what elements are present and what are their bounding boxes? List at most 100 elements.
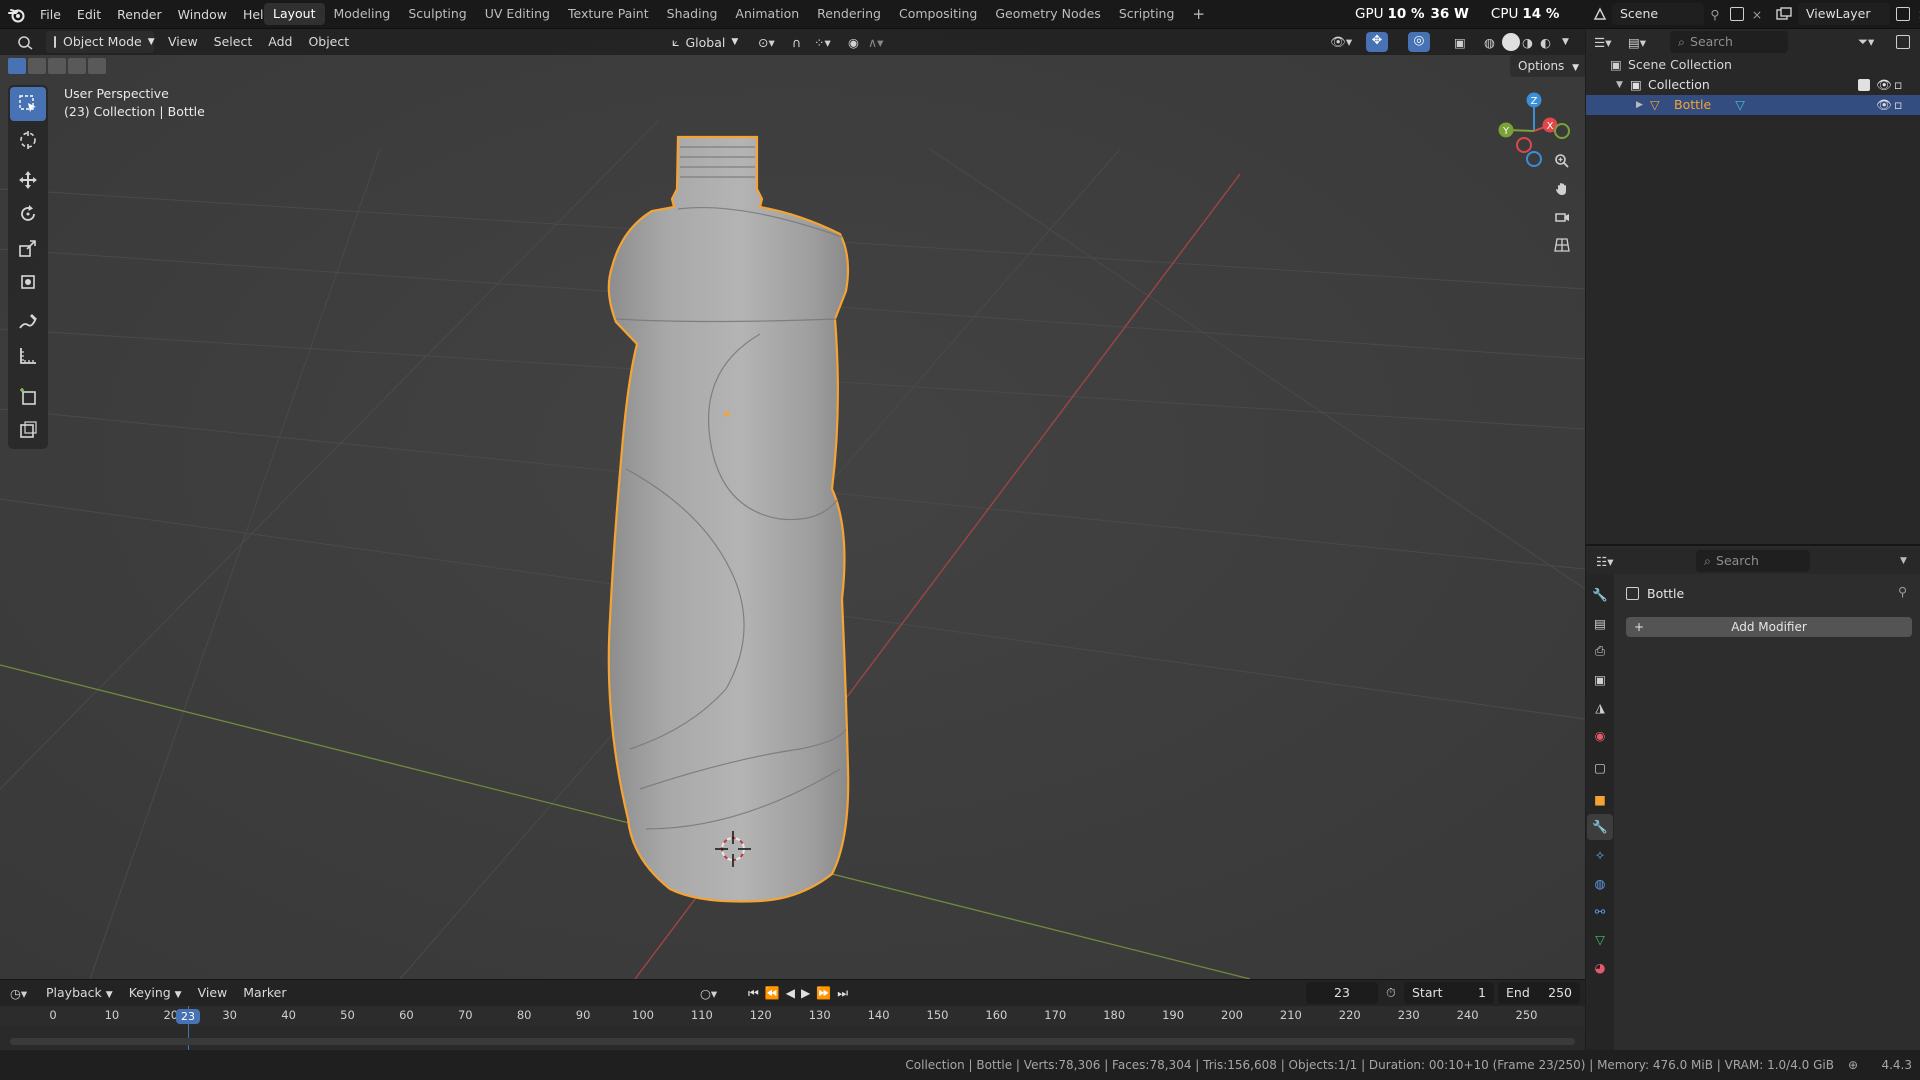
workspace-tab-animation[interactable]: Animation — [726, 3, 808, 25]
outliner-row-bottle[interactable]: ▶ ▽ Bottle ▽ 👁 ▫ — [1586, 95, 1920, 115]
timeline-menu-marker[interactable]: Marker — [235, 982, 294, 1004]
new-view-layer-icon[interactable] — [1896, 7, 1910, 21]
eye-icon[interactable]: 👁 — [1876, 75, 1892, 95]
outliner-editor-icon[interactable]: ☰▾ — [1594, 35, 1628, 50]
perspective-toggle-icon[interactable] — [1547, 231, 1577, 259]
current-frame-field[interactable]: 23 — [1306, 982, 1378, 1004]
select-extend-icon[interactable] — [28, 58, 46, 74]
add-cube-tool[interactable] — [10, 379, 46, 413]
add-workspace-button[interactable]: + — [1183, 3, 1214, 25]
viewport-menu-object[interactable]: Object — [300, 31, 357, 53]
zoom-icon[interactable] — [1547, 147, 1577, 175]
material-tab-icon[interactable]: ◕ — [1587, 954, 1613, 980]
pin-icon[interactable]: ⚲ — [1898, 584, 1907, 599]
tool-tab-icon[interactable]: 🔧 — [1587, 582, 1613, 608]
workspace-tab-rendering[interactable]: Rendering — [808, 3, 890, 25]
camera-view-icon[interactable] — [1547, 203, 1577, 231]
snap-target-icon[interactable]: ⁘▾ — [814, 35, 831, 50]
modifier-tab-icon[interactable]: 🔧 — [1587, 814, 1613, 840]
physics-tab-icon[interactable]: ◍ — [1587, 870, 1613, 896]
workspace-tab-layout[interactable]: Layout — [264, 3, 325, 25]
frame-ruler[interactable]: 0 10 20 30 40 50 60 70 80 90 100 110 120 130 140 150 160… — [0, 1006, 1585, 1026]
pan-hand-icon[interactable] — [1547, 175, 1577, 203]
world-tab-icon[interactable]: ◉ — [1587, 722, 1613, 748]
auto-keying-icon[interactable]: ○▾ — [700, 986, 717, 1001]
start-frame-field[interactable]: Start 1 — [1404, 982, 1494, 1004]
transform-tool[interactable] — [10, 265, 46, 299]
display-mode-icon[interactable]: ▤▾ — [1628, 35, 1662, 50]
visibility-icon[interactable]: 👁▾ — [1330, 34, 1352, 50]
chevron-down-icon[interactable]: ▼ — [1616, 75, 1630, 95]
material-shading-icon[interactable]: ◑ — [1522, 35, 1533, 50]
jump-end-icon[interactable]: ⏭ — [837, 986, 848, 1001]
select-invert-icon[interactable] — [68, 58, 86, 74]
workspace-tab-uv-editing[interactable]: UV Editing — [476, 3, 559, 25]
proportional-falloff-icon[interactable]: ∧▾ — [868, 35, 883, 50]
menu-file[interactable]: File — [32, 4, 69, 26]
view-layer-selector[interactable]: ViewLayer — [1798, 3, 1890, 25]
select-box-tool[interactable] — [10, 87, 46, 121]
move-tool[interactable] — [10, 163, 46, 197]
measure-tool[interactable] — [10, 339, 46, 373]
workspace-tab-compositing[interactable]: Compositing — [890, 3, 986, 25]
filter-icon[interactable]: ⏷▾ — [1858, 34, 1874, 50]
gizmo-neg-y-axis[interactable] — [1554, 123, 1570, 139]
render-tab-icon[interactable]: ▤ — [1587, 610, 1613, 636]
timeline-editor-icon[interactable]: ◷▾ — [10, 986, 38, 1001]
wireframe-shading-icon[interactable]: ◍ — [1484, 35, 1495, 50]
proportional-editing-icon[interactable]: ◉ — [848, 35, 859, 50]
stopwatch-icon[interactable]: ⏱ — [1386, 985, 1396, 1001]
workspace-tab-texture-paint[interactable]: Texture Paint — [559, 3, 658, 25]
outliner-row-scene-collection[interactable]: ▣ Scene Collection — [1586, 55, 1920, 75]
particles-tab-icon[interactable]: ⟡ — [1587, 842, 1613, 868]
scene-icon[interactable] — [1588, 3, 1612, 25]
bottle-mesh[interactable] — [607, 135, 850, 903]
solid-shading-icon[interactable] — [1502, 33, 1520, 51]
properties-editor-icon[interactable]: ☷▾ — [1596, 554, 1630, 569]
remove-view-layer-icon[interactable]: × — [1916, 7, 1920, 22]
view-layer-tab-icon[interactable]: ▣ — [1587, 666, 1613, 692]
properties-search[interactable]: ⌕ Search — [1696, 550, 1810, 572]
options-button[interactable]: Options ▼ — [1510, 55, 1585, 77]
playhead-marker[interactable]: 23 — [176, 1009, 200, 1024]
eye-icon[interactable]: 👁 — [1876, 95, 1892, 115]
overlay-toggle-icon[interactable]: ◎ — [1408, 32, 1430, 52]
workspace-tab-geometry-nodes[interactable]: Geometry Nodes — [986, 3, 1109, 25]
play-reverse-icon[interactable]: ◀ — [786, 986, 795, 1000]
chevron-down-icon[interactable]: ▼ — [1900, 556, 1907, 566]
timeline-menu-playback[interactable]: Playback ▼ — [38, 982, 121, 1004]
select-subtract-icon[interactable] — [48, 58, 66, 74]
menu-edit[interactable]: Edit — [69, 4, 109, 26]
editor-type-icon[interactable] — [10, 31, 40, 53]
globe-icon[interactable]: ⊕ — [1848, 1058, 1858, 1072]
constraints-tab-icon[interactable]: ⚯ — [1587, 898, 1613, 924]
new-scene-icon[interactable] — [1730, 7, 1744, 21]
viewport-menu-add[interactable]: Add — [260, 31, 300, 53]
snap-icon[interactable]: ∩ — [792, 35, 801, 50]
camera-icon[interactable]: ▫ — [1894, 75, 1902, 95]
outliner-row-collection[interactable]: ▼ ▣ Collection 👁 ▫ — [1586, 75, 1920, 95]
workspace-tab-sculpting[interactable]: Sculpting — [399, 3, 475, 25]
new-collection-icon[interactable] — [1896, 35, 1910, 49]
end-frame-field[interactable]: End 250 — [1498, 982, 1580, 1004]
scene-tab-icon[interactable]: ◮ — [1587, 694, 1613, 720]
scene-selector[interactable]: Scene — [1612, 3, 1704, 25]
workspace-tab-shading[interactable]: Shading — [658, 3, 727, 25]
mesh-data-icon[interactable]: ▽ — [1735, 95, 1745, 115]
output-tab-icon[interactable]: ⎙ — [1587, 638, 1613, 664]
gizmo-neg-x-axis[interactable] — [1516, 137, 1532, 153]
xray-toggle-icon[interactable]: ▣ — [1454, 35, 1466, 50]
object-mode-dropdown[interactable]: Object Mode ▼ — [46, 31, 155, 53]
menu-window[interactable]: Window — [170, 4, 235, 26]
camera-icon[interactable]: ▫ — [1894, 95, 1902, 115]
viewport-menu-view[interactable]: View — [160, 31, 206, 53]
timeline-menu-keying[interactable]: Keying ▼ — [121, 982, 190, 1004]
outliner-search[interactable]: ⌕ Search — [1670, 31, 1788, 53]
shading-options-icon[interactable]: ▼ — [1562, 37, 1569, 47]
blender-logo-icon[interactable] — [6, 4, 28, 26]
timeline-scrollbar[interactable] — [10, 1038, 1575, 1045]
data-tab-icon[interactable]: ▽ — [1587, 926, 1613, 952]
select-intersect-icon[interactable] — [88, 58, 106, 74]
play-icon[interactable]: ▶ — [801, 986, 810, 1000]
transform-orientation-dropdown[interactable]: ⟀ Global ▼ — [672, 31, 738, 53]
